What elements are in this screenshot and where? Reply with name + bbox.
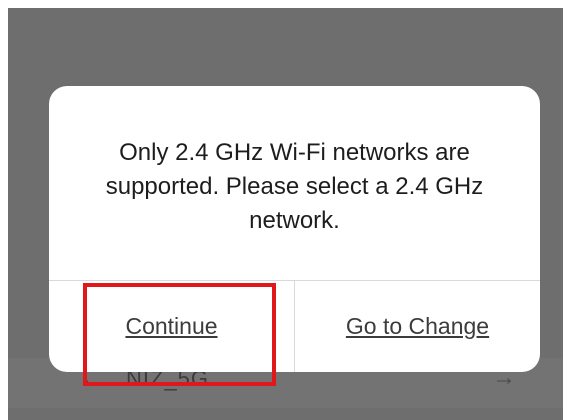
continue-button[interactable]: Continue bbox=[49, 281, 294, 372]
dialog-message: Only 2.4 GHz Wi-Fi networks are supporte… bbox=[105, 139, 484, 234]
app-screen: • NIZ_5G → Only 2.4 GHz Wi-Fi networks a… bbox=[8, 8, 563, 420]
wifi-alert-dialog: Only 2.4 GHz Wi-Fi networks are supporte… bbox=[49, 86, 540, 372]
go-to-change-button[interactable]: Go to Change bbox=[295, 281, 540, 372]
wifi-icon: • bbox=[83, 374, 89, 391]
